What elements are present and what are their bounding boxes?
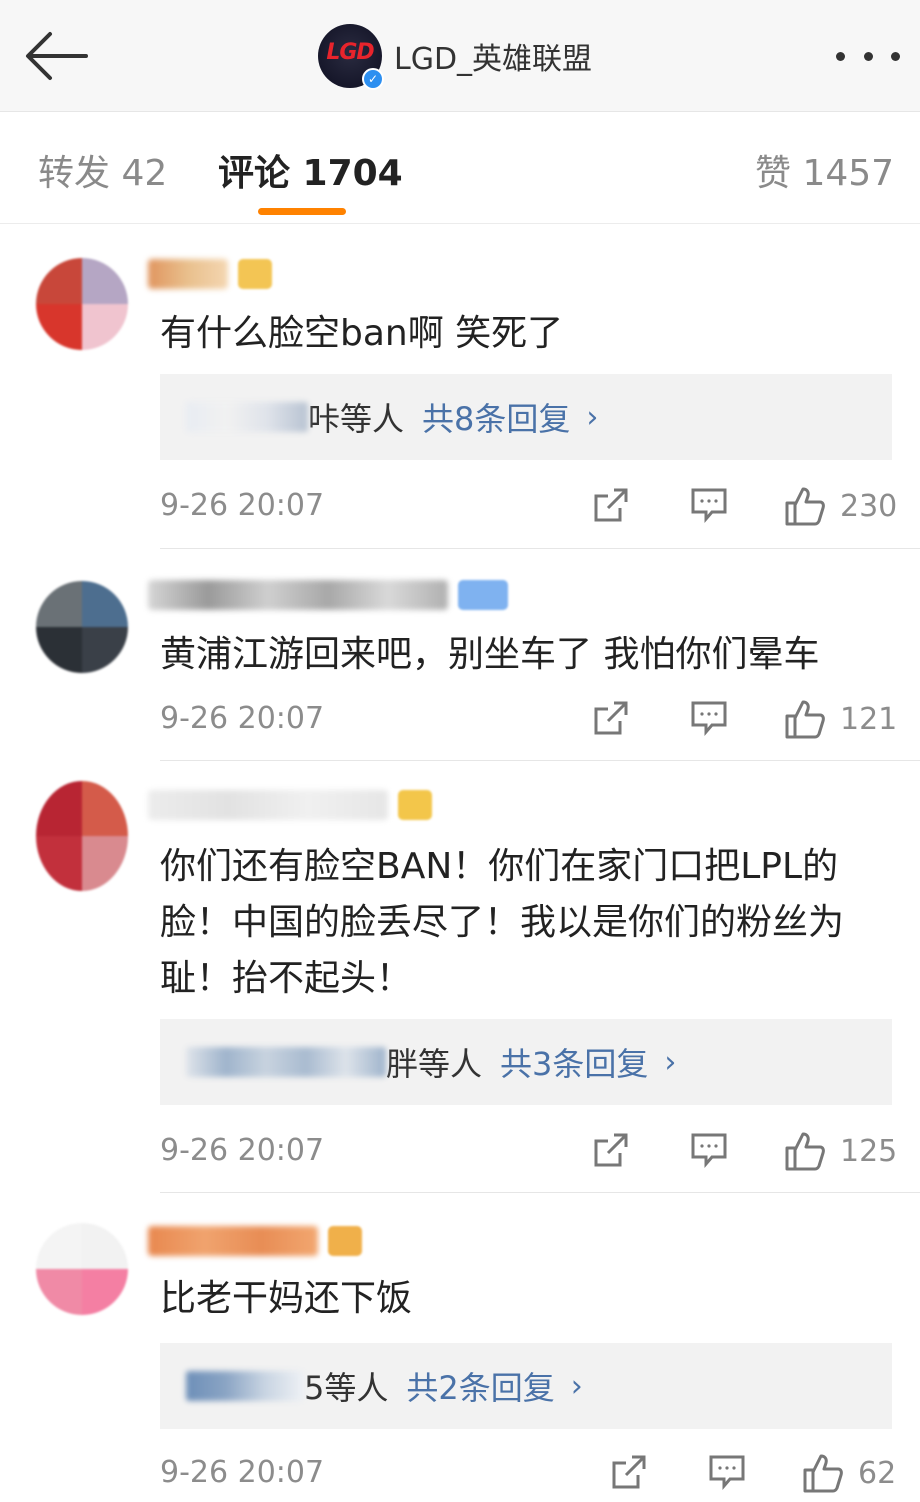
comment-button[interactable] xyxy=(690,699,728,737)
avatar[interactable] xyxy=(36,258,128,350)
timestamp: 9-26 20:07 xyxy=(160,1455,325,1490)
profile-header[interactable]: LGD ✓ LGD_英雄联盟 xyxy=(318,24,593,90)
reply-summary[interactable]: 胖等人 共3条回复 › xyxy=(160,1019,892,1105)
comment-icon xyxy=(691,1133,727,1169)
comment-item: 比老干妈还下饭 5等人 共2条回复 › 9-26 20:07 62 xyxy=(0,1193,920,1502)
logo-text: LGD xyxy=(326,40,374,65)
reply-count-link[interactable]: 共3条回复 xyxy=(500,1039,648,1085)
tab-comments[interactable]: 评论 1704 xyxy=(218,144,403,196)
thumbs-up-icon xyxy=(785,700,825,739)
more-dot xyxy=(863,51,873,61)
comment-meta: 9-26 20:07 230 xyxy=(160,486,900,526)
reply-count-link[interactable]: 共8条回复 xyxy=(422,394,570,440)
like-button[interactable]: 230 xyxy=(784,486,897,526)
share-button[interactable] xyxy=(592,699,630,737)
thumbs-up-icon xyxy=(803,1454,843,1493)
blurred-username xyxy=(148,1226,318,1256)
comment-meta: 9-26 20:07 125 xyxy=(160,1131,900,1171)
like-count: 125 xyxy=(840,1133,898,1169)
share-button[interactable] xyxy=(592,1131,630,1169)
username[interactable] xyxy=(148,785,432,825)
blurred-username xyxy=(148,790,388,820)
like-count: 62 xyxy=(858,1455,897,1491)
more-button[interactable] xyxy=(836,42,900,70)
blurred-reply-users xyxy=(186,1047,386,1077)
comment-icon xyxy=(709,1455,745,1491)
more-dot xyxy=(891,51,900,61)
blurred-reply-users xyxy=(186,1371,304,1401)
more-dots-icon xyxy=(836,51,845,61)
username[interactable] xyxy=(148,254,272,294)
back-button[interactable] xyxy=(22,28,92,84)
user-badge-icon xyxy=(328,1226,362,1256)
user-badge-icon xyxy=(238,259,272,289)
blurred-username xyxy=(148,259,228,289)
username[interactable] xyxy=(148,575,508,615)
like-button[interactable]: 121 xyxy=(784,699,897,739)
chevron-right-icon: › xyxy=(664,1044,677,1080)
reply-users-label: 咔等人 xyxy=(308,400,405,438)
verified-badge-icon: ✓ xyxy=(362,68,384,90)
like-count: 121 xyxy=(840,701,898,737)
comment-button[interactable] xyxy=(708,1453,746,1491)
arrow-left-icon xyxy=(26,32,88,80)
chevron-right-icon: › xyxy=(570,1368,583,1404)
share-button[interactable] xyxy=(610,1453,648,1491)
reply-users-label: 5等人 xyxy=(304,1369,389,1407)
tab-repost[interactable]: 转发 42 xyxy=(38,144,167,196)
reply-summary[interactable]: 咔等人 共8条回复 › xyxy=(160,374,892,460)
timestamp: 9-26 20:07 xyxy=(160,488,325,523)
share-icon xyxy=(594,701,628,735)
comment-item: 你们还有脸空BAN！你们在家门口把LPL的脸！中国的脸丢尽了！我以是你们的粉丝为… xyxy=(0,761,920,1193)
comment-meta: 9-26 20:07 121 xyxy=(160,699,900,739)
tab-likes[interactable]: 赞 1457 xyxy=(755,144,894,196)
avatar[interactable] xyxy=(36,1223,128,1315)
active-tab-indicator xyxy=(258,208,346,215)
share-icon xyxy=(594,488,628,522)
tab-bar: 转发 42 评论 1704 赞 1457 xyxy=(0,112,920,224)
comment-meta: 9-26 20:07 62 xyxy=(160,1453,900,1493)
like-count: 230 xyxy=(840,488,898,524)
like-button[interactable]: 62 xyxy=(802,1453,896,1493)
comment-item: 黄浦江游回来吧，别坐车了 我怕你们晕车 9-26 20:07 121 xyxy=(0,549,920,759)
comment-icon xyxy=(691,488,727,524)
reply-summary[interactable]: 5等人 共2条回复 › xyxy=(160,1343,892,1429)
comment-button[interactable] xyxy=(690,486,728,524)
comment-text: 比老干妈还下饭 xyxy=(160,1278,413,1319)
like-button[interactable]: 125 xyxy=(784,1131,897,1171)
profile-name: LGD_英雄联盟 xyxy=(394,42,593,77)
share-button[interactable] xyxy=(592,486,630,524)
comment-text: 有什么脸空ban啊 笑死了 xyxy=(160,313,564,354)
thumbs-up-icon xyxy=(785,1132,825,1171)
avatar[interactable] xyxy=(36,781,128,891)
chevron-right-icon: › xyxy=(586,399,599,435)
timestamp: 9-26 20:07 xyxy=(160,1133,325,1168)
comment-text: 黄浦江游回来吧，别坐车了 我怕你们晕车 xyxy=(160,634,820,675)
comment-item: 有什么脸空ban啊 笑死了 咔等人 共8条回复 › 9-26 20:07 230 xyxy=(0,224,920,549)
comment-button[interactable] xyxy=(690,1131,728,1169)
blurred-username xyxy=(148,580,448,610)
timestamp: 9-26 20:07 xyxy=(160,701,325,736)
avatar[interactable] xyxy=(36,581,128,673)
reply-count-link[interactable]: 共2条回复 xyxy=(406,1363,554,1409)
thumbs-up-icon xyxy=(785,487,825,526)
user-badge-icon xyxy=(458,580,508,610)
comment-icon xyxy=(691,701,727,737)
share-icon xyxy=(594,1133,628,1167)
username[interactable] xyxy=(148,1221,362,1261)
comment-text: 你们还有脸空BAN！你们在家门口把LPL的脸！中国的脸丢尽了！我以是你们的粉丝为… xyxy=(160,846,845,999)
share-icon xyxy=(612,1455,646,1489)
reply-users-label: 胖等人 xyxy=(386,1045,483,1083)
blurred-reply-users xyxy=(186,402,308,432)
lgd-logo-avatar[interactable]: LGD ✓ xyxy=(318,24,384,90)
user-badge-icon xyxy=(398,790,432,820)
top-bar: LGD ✓ LGD_英雄联盟 xyxy=(0,0,920,112)
